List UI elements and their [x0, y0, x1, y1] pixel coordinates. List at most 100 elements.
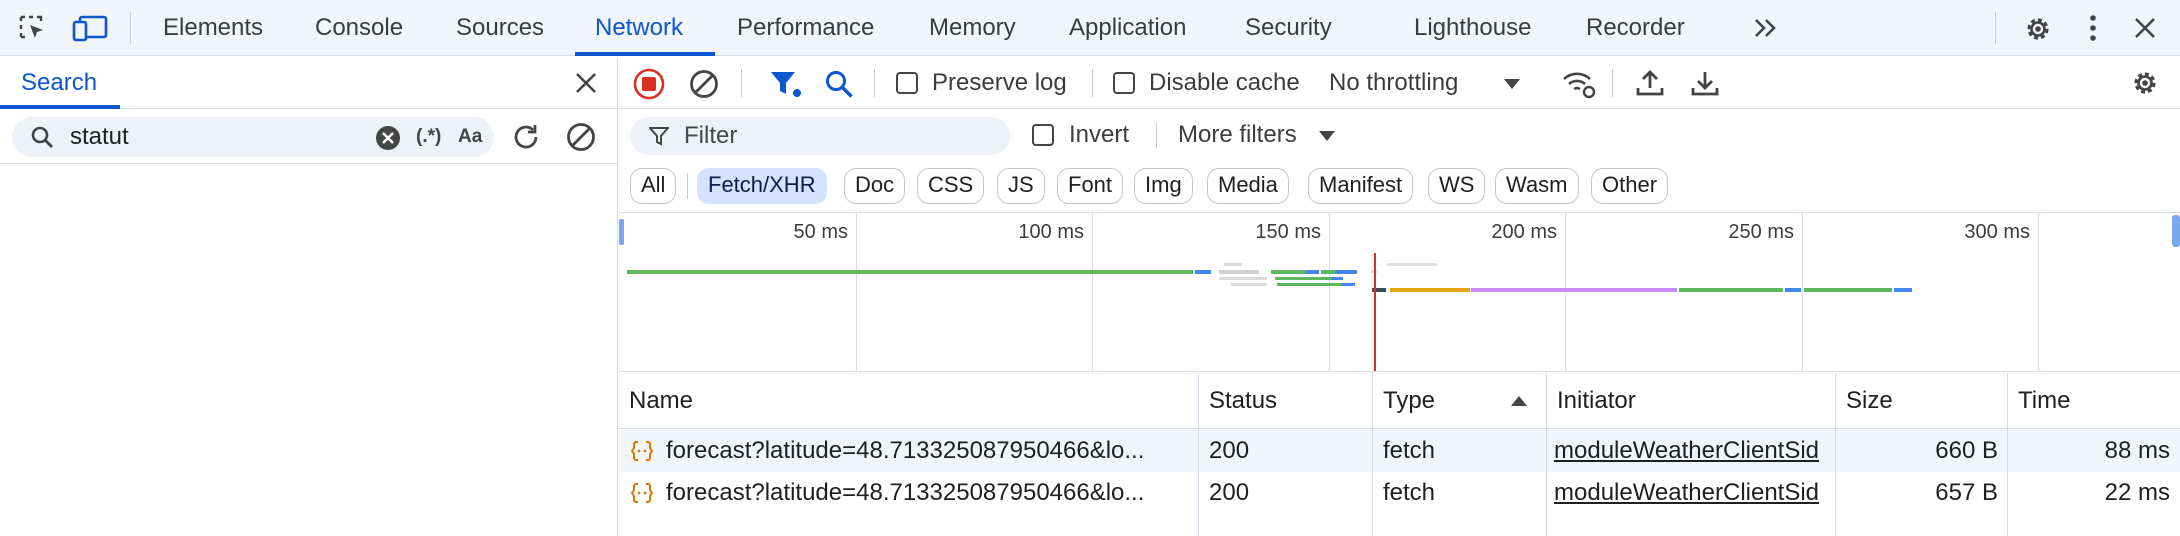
- waterfall-bar: [1305, 270, 1319, 274]
- customize-menu-icon[interactable]: [2088, 14, 2098, 42]
- waterfall-bar: [1390, 288, 1470, 292]
- regex-toggle[interactable]: (.*): [416, 117, 441, 157]
- waterfall-bar: [1271, 270, 1305, 274]
- waterfall-bar: [1894, 288, 1912, 292]
- request-type: fetch: [1383, 479, 1436, 506]
- settings-gear-icon[interactable]: [2022, 13, 2054, 45]
- fetch-request-icon: [630, 439, 654, 463]
- overview-tick-label: 200 ms: [1491, 221, 1557, 243]
- request-name[interactable]: forecast?latitude=48.713325087950466&lo.…: [666, 430, 1194, 472]
- toolbar-separator: [130, 12, 131, 44]
- clear-results-icon[interactable]: [565, 121, 597, 153]
- tab-memory[interactable]: Memory: [929, 0, 1016, 56]
- tab-application[interactable]: Application: [1069, 0, 1186, 56]
- tab-recorder[interactable]: Recorder: [1586, 0, 1685, 56]
- column-divider[interactable]: [1546, 373, 1547, 536]
- chip-wasm[interactable]: Wasm: [1495, 168, 1579, 204]
- table-row[interactable]: forecast?latitude=48.713325087950466&lo.…: [619, 472, 2180, 514]
- filter-funnel-icon: [649, 126, 669, 146]
- tab-console[interactable]: Console: [315, 0, 403, 56]
- tab-security[interactable]: Security: [1245, 0, 1332, 56]
- column-header-size[interactable]: Size: [1836, 373, 2008, 429]
- tab-elements[interactable]: Elements: [163, 0, 263, 56]
- clear-log-icon[interactable]: [688, 68, 720, 100]
- request-time: 22 ms: [2104, 479, 2170, 506]
- search-input[interactable]: statut (.*) Aa: [12, 117, 494, 157]
- request-name[interactable]: forecast?latitude=48.713325087950466&lo.…: [666, 472, 1194, 514]
- disable-cache-checkbox[interactable]: [1113, 72, 1135, 94]
- waterfall-bar: [1331, 277, 1343, 280]
- search-tab-row: Search: [0, 57, 617, 109]
- column-header-status[interactable]: Status: [1199, 373, 1373, 429]
- overview-tick-label: 100 ms: [1018, 221, 1084, 243]
- match-case-toggle[interactable]: Aa: [458, 117, 482, 157]
- network-conditions-icon[interactable]: [1561, 69, 1597, 99]
- more-tabs-icon[interactable]: [1752, 16, 1782, 40]
- search-query[interactable]: statut: [70, 117, 129, 157]
- network-settings-icon[interactable]: [2129, 67, 2161, 99]
- waterfall-bar: [1804, 288, 1892, 292]
- refresh-search-icon[interactable]: [510, 121, 542, 153]
- tab-sources[interactable]: Sources: [456, 0, 544, 56]
- clear-search-icon[interactable]: [375, 125, 401, 151]
- chip-font[interactable]: Font: [1057, 168, 1124, 204]
- column-divider[interactable]: [2007, 373, 2008, 536]
- toolbar-separator: [1995, 12, 1996, 44]
- close-devtools-icon[interactable]: [2133, 16, 2157, 40]
- waterfall-bar: [627, 270, 1193, 274]
- chip-manifest[interactable]: Manifest: [1308, 168, 1414, 204]
- chip-media[interactable]: Media: [1207, 168, 1289, 204]
- table-row[interactable]: forecast?latitude=48.713325087950466&lo.…: [619, 430, 2180, 472]
- import-har-icon[interactable]: [1635, 68, 1665, 98]
- close-search-icon[interactable]: [574, 71, 598, 95]
- dropdown-arrow-icon[interactable]: [1503, 78, 1521, 90]
- search-toggle-icon[interactable]: [824, 69, 854, 99]
- column-header-initiator[interactable]: Initiator: [1547, 373, 1836, 429]
- chip-js[interactable]: JS: [997, 168, 1045, 204]
- preserve-log-checkbox[interactable]: [896, 72, 918, 94]
- inspect-element-icon[interactable]: [18, 14, 48, 42]
- tab-lighthouse[interactable]: Lighthouse: [1414, 0, 1531, 56]
- stop-recording-icon[interactable]: [633, 68, 665, 100]
- overview-right-handle[interactable]: [2172, 215, 2180, 247]
- fetch-request-icon: [630, 481, 654, 505]
- invert-checkbox[interactable]: [1032, 124, 1054, 146]
- network-overview[interactable]: 50 ms 100 ms 150 ms 200 ms 250 ms 300 ms: [619, 212, 2180, 372]
- throttling-select[interactable]: No throttling: [1329, 57, 1458, 109]
- waterfall-bar: [1219, 277, 1267, 280]
- more-filters-button[interactable]: More filters: [1178, 110, 1297, 160]
- waterfall-bar: [1321, 270, 1335, 274]
- filter-toggle-icon[interactable]: [769, 69, 803, 99]
- column-header-time[interactable]: Time: [2008, 373, 2180, 429]
- column-divider[interactable]: [1372, 373, 1373, 536]
- more-filters-dropdown-icon[interactable]: [1318, 130, 1336, 142]
- overview-left-handle[interactable]: [619, 219, 624, 245]
- device-toolbar-icon[interactable]: [72, 14, 108, 42]
- tab-network[interactable]: Network: [595, 0, 683, 56]
- overview-tick-label: 250 ms: [1728, 221, 1794, 243]
- request-initiator-link[interactable]: moduleWeatherClientSid: [1554, 472, 1834, 514]
- request-initiator-link[interactable]: moduleWeatherClientSid: [1554, 430, 1834, 472]
- chip-fetch-xhr[interactable]: Fetch/XHR: [697, 168, 827, 204]
- chip-css[interactable]: CSS: [917, 168, 985, 204]
- chip-other[interactable]: Other: [1591, 168, 1669, 204]
- chip-ws[interactable]: WS: [1428, 168, 1486, 204]
- chip-all[interactable]: All: [630, 168, 677, 204]
- request-time: 88 ms: [2104, 437, 2170, 464]
- overview-tick-label: 50 ms: [793, 221, 848, 243]
- chip-doc[interactable]: Doc: [844, 168, 906, 204]
- column-divider[interactable]: [1835, 373, 1836, 536]
- sort-ascending-icon[interactable]: [1510, 395, 1528, 407]
- filter-input[interactable]: Filter: [630, 117, 1010, 155]
- tab-performance[interactable]: Performance: [737, 0, 874, 56]
- request-size: 657 B: [1935, 479, 1998, 506]
- chip-img[interactable]: Img: [1134, 168, 1193, 204]
- column-header-name[interactable]: Name: [619, 373, 1199, 429]
- waterfall-bar: [1679, 288, 1783, 292]
- export-har-icon[interactable]: [1690, 68, 1720, 98]
- network-toolbar: Preserve log Disable cache No throttling: [619, 57, 2180, 109]
- waterfall-bar: [1277, 283, 1341, 286]
- toolbar-separator: [1612, 69, 1613, 97]
- column-divider[interactable]: [1198, 373, 1199, 536]
- search-tab[interactable]: Search: [21, 57, 97, 109]
